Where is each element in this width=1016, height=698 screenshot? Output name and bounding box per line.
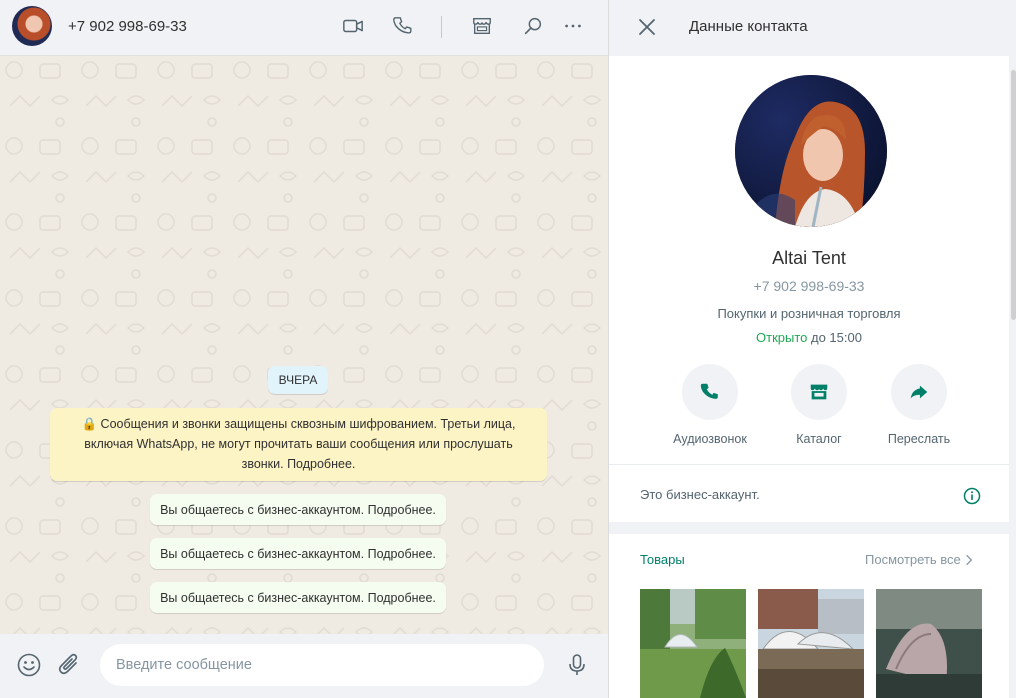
contact-info-title: Данные контакта xyxy=(689,18,808,35)
store-icon xyxy=(810,384,828,400)
date-divider: ВЧЕРА xyxy=(268,366,328,394)
see-all-label: Посмотреть все xyxy=(865,552,961,567)
message-composer xyxy=(0,634,608,698)
open-until: до 15:00 xyxy=(807,330,862,345)
catalog-label: Каталог xyxy=(796,432,842,446)
forward-circle xyxy=(891,364,947,420)
audio-call-label: Аудиозвонок xyxy=(673,432,747,446)
see-all-link[interactable]: Посмотреть все xyxy=(865,552,973,567)
contact-name: Altai Tent xyxy=(772,248,846,268)
contact-profile-card: Altai Tent +7 902 998-69-33 Покупки и ро… xyxy=(609,56,1009,464)
contact-phone: +7 902 998-69-33 xyxy=(753,278,865,294)
contact-info-panel: Данные контакта Altai Tent +7 902 998-69… xyxy=(608,0,1016,698)
catalog-circle xyxy=(791,364,847,420)
products-title: Товары xyxy=(640,552,685,567)
video-call-icon[interactable] xyxy=(341,14,365,38)
more-icon[interactable] xyxy=(561,14,585,38)
business-hours[interactable]: Открыто до 15:00 xyxy=(609,330,1009,345)
forward-button[interactable]: Переслать xyxy=(869,364,969,446)
chat-header-phone[interactable]: +7 902 998-69-33 xyxy=(68,18,187,35)
product-thumbnail[interactable] xyxy=(758,589,864,698)
business-account-note: Это бизнес-аккаунт. xyxy=(640,487,760,502)
chat-header: +7 902 998-69-33 xyxy=(0,0,608,56)
business-category: Покупки и розничная торговля xyxy=(717,306,901,321)
product-thumbnail[interactable] xyxy=(640,589,746,698)
catalog-icon[interactable] xyxy=(470,14,494,38)
encryption-notice[interactable]: 🔒 Сообщения и звонки защищены сквозным ш… xyxy=(50,408,547,481)
contact-photo[interactable] xyxy=(735,75,887,227)
contact-info-header: Данные контакта xyxy=(609,0,1016,56)
product-thumbnail[interactable] xyxy=(876,589,982,698)
business-account-notice[interactable]: Вы общаетесь с бизнес-аккаунтом. Подробн… xyxy=(150,494,446,525)
info-icon[interactable] xyxy=(963,487,981,505)
search-icon[interactable] xyxy=(521,14,545,38)
products-card: Товары Посмотреть все xyxy=(609,534,1009,698)
business-account-card: Это бизнес-аккаунт. xyxy=(609,464,1009,522)
business-account-notice[interactable]: Вы общаетесь с бизнес-аккаунтом. Подробн… xyxy=(150,538,446,569)
chevron-right-icon xyxy=(965,554,973,565)
phone-icon[interactable] xyxy=(391,14,415,38)
chat-pane: +7 902 998-69-33 ВЧЕРА 🔒 Сообщения и зво… xyxy=(0,0,608,698)
business-account-notice[interactable]: Вы общаетесь с бизнес-аккаунтом. Подробн… xyxy=(150,582,446,613)
audio-call-button[interactable]: Аудиозвонок xyxy=(660,364,760,446)
open-status: Открыто xyxy=(756,330,808,345)
forward-label: Переслать xyxy=(887,432,951,446)
emoji-icon[interactable] xyxy=(16,652,42,678)
message-input[interactable] xyxy=(100,644,544,686)
forward-icon xyxy=(910,385,928,399)
panel-scrollbar[interactable] xyxy=(1011,70,1016,320)
phone-icon xyxy=(700,383,718,399)
close-icon[interactable] xyxy=(636,16,658,38)
attach-icon[interactable] xyxy=(57,652,83,678)
audio-call-circle xyxy=(682,364,738,420)
header-divider xyxy=(441,16,442,38)
catalog-button[interactable]: Каталог xyxy=(769,364,869,446)
contact-avatar[interactable] xyxy=(12,6,52,46)
mic-icon[interactable] xyxy=(564,652,590,678)
